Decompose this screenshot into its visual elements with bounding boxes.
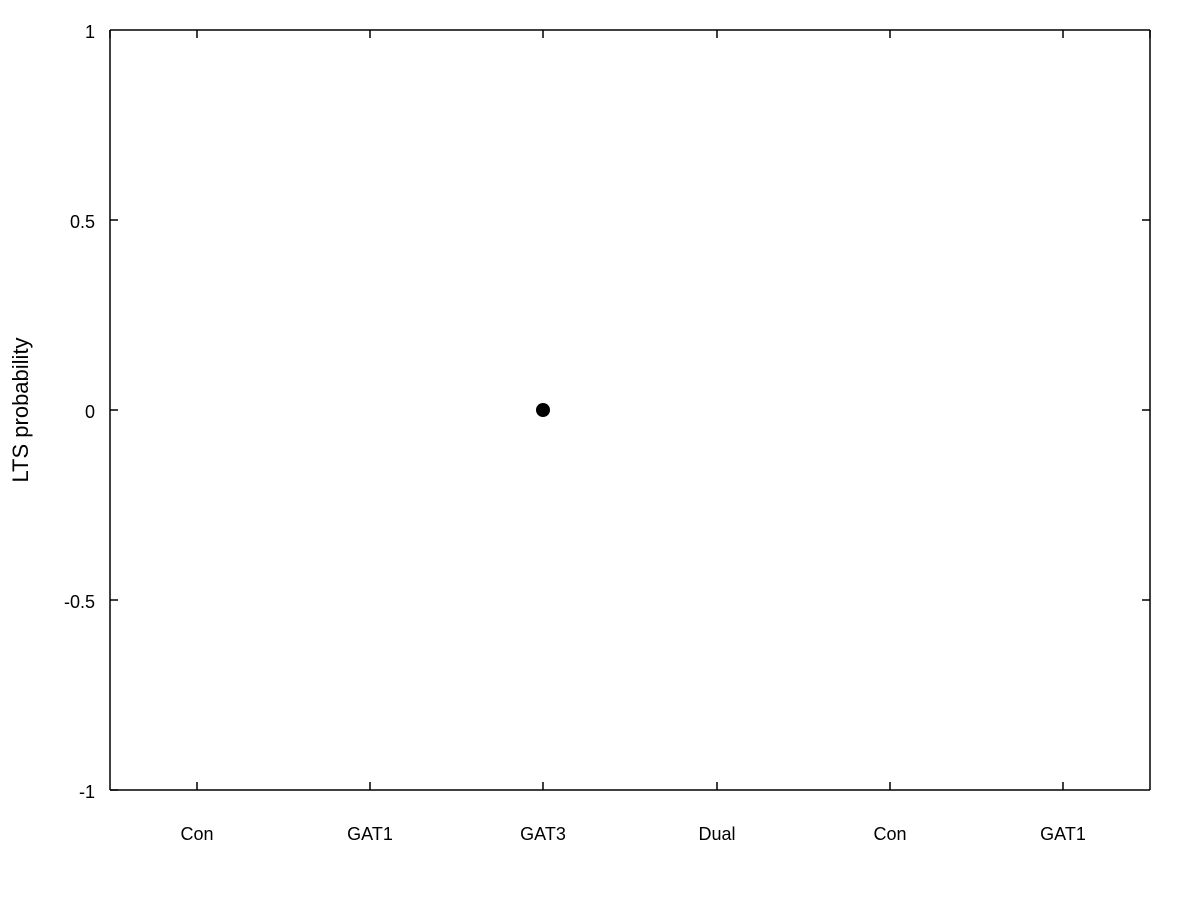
y-tick-neg1: -1 xyxy=(79,782,95,802)
chart-svg: 1 0.5 0 -0.5 -1 Con GAT1 GAT3 Dual Con G… xyxy=(0,0,1200,900)
y-tick-neg05: -0.5 xyxy=(64,592,95,612)
x-label-0: Con xyxy=(180,824,213,844)
data-point-0 xyxy=(536,403,550,417)
y-axis-label: LTS probability xyxy=(8,337,33,482)
y-tick-0: 0 xyxy=(85,402,95,422)
y-tick-1: 1 xyxy=(85,22,95,42)
y-tick-05: 0.5 xyxy=(70,212,95,232)
x-label-1: GAT1 xyxy=(347,824,393,844)
x-label-2: GAT3 xyxy=(520,824,566,844)
plot-background xyxy=(110,30,1150,790)
x-label-4: Con xyxy=(873,824,906,844)
x-label-5: GAT1 xyxy=(1040,824,1086,844)
chart-container: 1 0.5 0 -0.5 -1 Con GAT1 GAT3 Dual Con G… xyxy=(0,0,1200,900)
x-label-3: Dual xyxy=(698,824,735,844)
